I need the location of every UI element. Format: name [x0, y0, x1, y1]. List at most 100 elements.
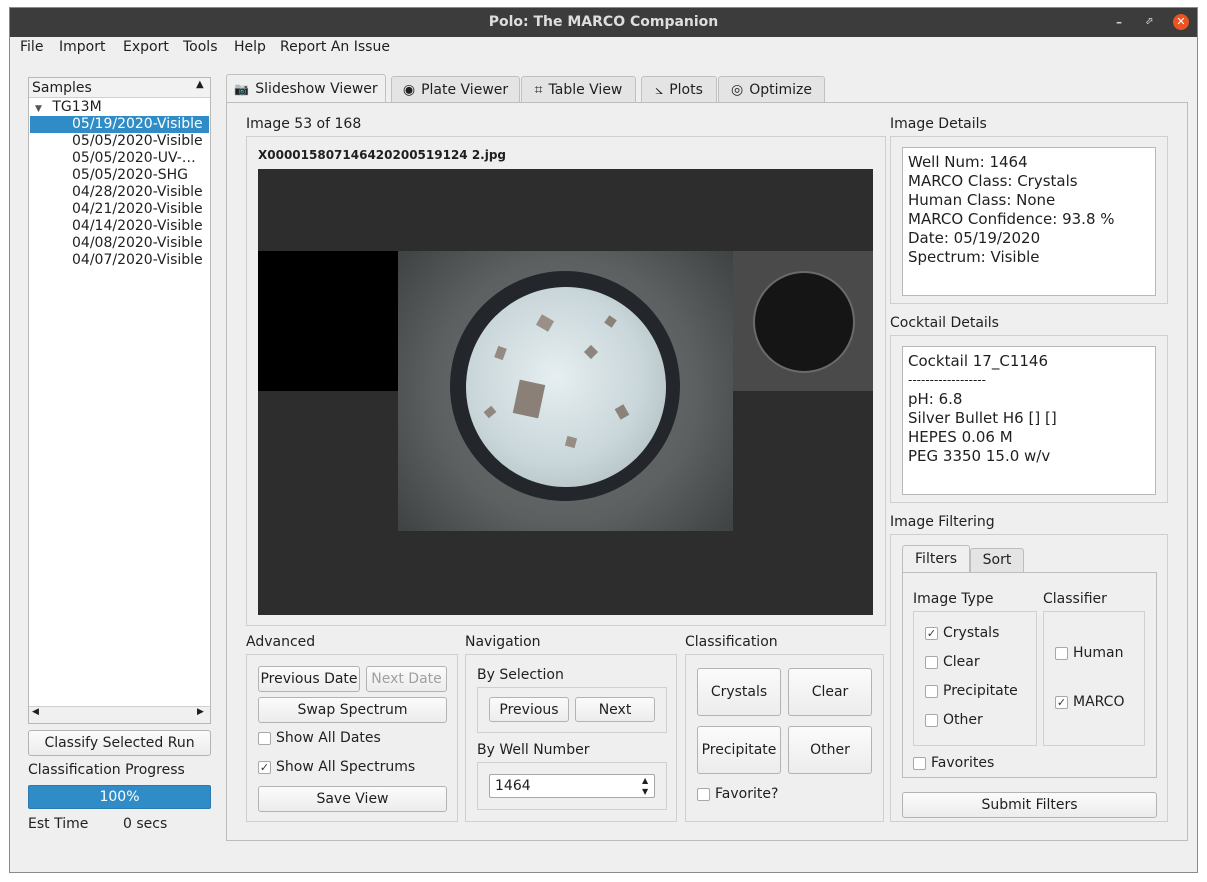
previous-button[interactable]: Previous: [489, 697, 569, 722]
favorite-checkbox[interactable]: [697, 788, 710, 801]
next-button[interactable]: Next: [575, 697, 655, 722]
detail-marco-class: MARCO Class: Crystals: [908, 172, 1078, 190]
image-filtering-group: Filters Sort Image Type ✓ Crystals Clear…: [890, 534, 1168, 822]
classification-group: Crystals Clear Precipitate Other Favorit…: [685, 654, 884, 822]
menu-import[interactable]: Import: [59, 39, 105, 55]
tab-table-view[interactable]: ⌗ Table View: [521, 76, 636, 103]
tree-run-item[interactable]: 05/05/2020-SHG: [30, 167, 209, 184]
well-image: [398, 251, 733, 531]
clear-filter-checkbox[interactable]: [925, 656, 938, 669]
tab-label: Plots: [669, 82, 703, 98]
cocktail-reagent: HEPES 0.06 M: [908, 428, 1013, 446]
cocktail-details-text: Cocktail 17_C1146 ------------------ pH:…: [902, 346, 1156, 495]
crystals-button[interactable]: Crystals: [697, 668, 781, 716]
by-selection-label: By Selection: [477, 667, 564, 683]
maximize-icon[interactable]: ⬀: [1141, 14, 1157, 30]
tree-run-item[interactable]: 05/05/2020-UV-…: [30, 150, 209, 167]
expand-arrow-icon: ▼: [35, 104, 42, 114]
precipitate-filter-label: Precipitate: [943, 683, 1018, 699]
window-title: Polo: The MARCO Companion: [488, 14, 719, 30]
spin-down-icon[interactable]: ▼: [642, 786, 648, 797]
tab-sort[interactable]: Sort: [970, 548, 1024, 573]
menu-tools[interactable]: Tools: [183, 39, 218, 55]
detail-date: Date: 05/19/2020: [908, 229, 1041, 247]
cocktail-details-title: Cocktail Details: [890, 315, 999, 331]
samples-tree[interactable]: Samples ▲ ▼ TG13M 05/19/2020-Visible 05/0…: [28, 77, 211, 724]
precipitate-button[interactable]: Precipitate: [697, 726, 781, 774]
well-number-value: 1464: [495, 778, 531, 794]
progress-bar: 100%: [28, 785, 211, 809]
crystals-filter-checkbox[interactable]: ✓: [925, 627, 938, 640]
swap-spectrum-button[interactable]: Swap Spectrum: [258, 697, 447, 723]
cocktail-reagent: Silver Bullet H6 [] []: [908, 409, 1057, 427]
save-view-button[interactable]: Save View: [258, 786, 447, 812]
clear-filter-label: Clear: [943, 654, 980, 670]
tree-run-item[interactable]: 05/19/2020-Visible: [30, 116, 209, 133]
cocktail-details-group: Cocktail 17_C1146 ------------------ pH:…: [890, 335, 1168, 503]
tab-label: Plate Viewer: [421, 82, 509, 98]
detail-spectrum: Spectrum: Visible: [908, 248, 1040, 266]
tab-slideshow-viewer[interactable]: 📷 Slideshow Viewer: [226, 74, 386, 103]
menu-export[interactable]: Export: [123, 39, 169, 55]
scroll-left-icon[interactable]: ◀: [32, 707, 39, 717]
samples-header[interactable]: Samples ▲: [29, 78, 210, 98]
title-bar: Polo: The MARCO Companion – ⬀ ✕: [10, 8, 1197, 37]
scroll-right-icon[interactable]: ▶: [197, 707, 204, 717]
est-time-value: 0 secs: [123, 816, 168, 832]
show-all-spectrums-label: Show All Spectrums: [276, 759, 416, 775]
tab-optimize[interactable]: ◎ Optimize: [718, 76, 825, 103]
detail-marco-confidence: MARCO Confidence: 93.8 %: [908, 210, 1115, 228]
tree-run-item[interactable]: 04/08/2020-Visible: [30, 235, 209, 252]
menu-bar: File Import Export Tools Help Report An …: [10, 37, 1197, 59]
advanced-group: Previous Date Next Date Swap Spectrum Sh…: [246, 654, 458, 822]
crystal: [483, 405, 497, 419]
previous-date-button[interactable]: Previous Date: [258, 666, 360, 692]
cocktail-name: Cocktail 17_C1146: [908, 352, 1048, 370]
image-details-group: Well Num: 1464 MARCO Class: Crystals Hum…: [890, 136, 1168, 304]
image-canvas: [258, 169, 873, 615]
crystal: [564, 435, 578, 449]
eye-icon: ◉: [402, 82, 416, 98]
tree-run-item[interactable]: 04/14/2020-Visible: [30, 218, 209, 235]
favorites-filter-checkbox[interactable]: [913, 757, 926, 770]
tree-run-item[interactable]: 04/07/2020-Visible: [30, 252, 209, 269]
tree-root[interactable]: ▼ TG13M: [35, 99, 102, 116]
horizontal-scrollbar[interactable]: ◀ ▶: [29, 706, 210, 723]
well-number-spinbox[interactable]: 1464 ▲ ▼: [489, 774, 655, 798]
marco-classifier-checkbox[interactable]: ✓: [1055, 696, 1068, 709]
classification-title: Classification: [685, 634, 778, 650]
menu-help[interactable]: Help: [234, 39, 266, 55]
menu-file[interactable]: File: [20, 39, 43, 55]
minimize-icon[interactable]: –: [1111, 14, 1127, 30]
show-all-spectrums-checkbox[interactable]: ✓: [258, 761, 271, 774]
show-all-dates-label: Show All Dates: [276, 730, 381, 746]
menu-report-issue[interactable]: Report An Issue: [280, 39, 390, 55]
tab-filters[interactable]: Filters: [902, 545, 970, 573]
precipitate-filter-checkbox[interactable]: [925, 685, 938, 698]
image-details-title: Image Details: [890, 116, 987, 132]
close-icon[interactable]: ✕: [1173, 14, 1189, 30]
camera-icon: 📷: [234, 82, 250, 96]
human-classifier-checkbox[interactable]: [1055, 647, 1068, 660]
show-all-dates-checkbox[interactable]: [258, 732, 271, 745]
tree-run-item[interactable]: 04/21/2020-Visible: [30, 201, 209, 218]
spin-up-icon[interactable]: ▲: [642, 775, 648, 786]
by-well-number-label: By Well Number: [477, 742, 590, 758]
favorites-filter-label: Favorites: [931, 755, 995, 771]
tree-run-item[interactable]: 05/05/2020-Visible: [30, 133, 209, 150]
tab-plate-viewer[interactable]: ◉ Plate Viewer: [391, 76, 520, 103]
clear-button[interactable]: Clear: [788, 668, 872, 716]
classify-selected-run-button[interactable]: Classify Selected Run: [28, 730, 211, 756]
image-filtering-title: Image Filtering: [890, 514, 995, 530]
tree-run-item[interactable]: 04/28/2020-Visible: [30, 184, 209, 201]
submit-filters-button[interactable]: Submit Filters: [902, 792, 1157, 818]
other-button[interactable]: Other: [788, 726, 872, 774]
crystal: [614, 404, 630, 420]
image-filename: X000015807146420200519124 2.jpg: [258, 148, 507, 162]
samples-header-label: Samples: [32, 80, 92, 96]
other-filter-checkbox[interactable]: [925, 714, 938, 727]
crystal: [583, 344, 599, 360]
image-viewer-frame: X000015807146420200519124 2.jpg: [246, 136, 886, 626]
tab-plots[interactable]: ⦣ Plots: [641, 76, 717, 103]
next-date-button[interactable]: Next Date: [366, 666, 447, 692]
